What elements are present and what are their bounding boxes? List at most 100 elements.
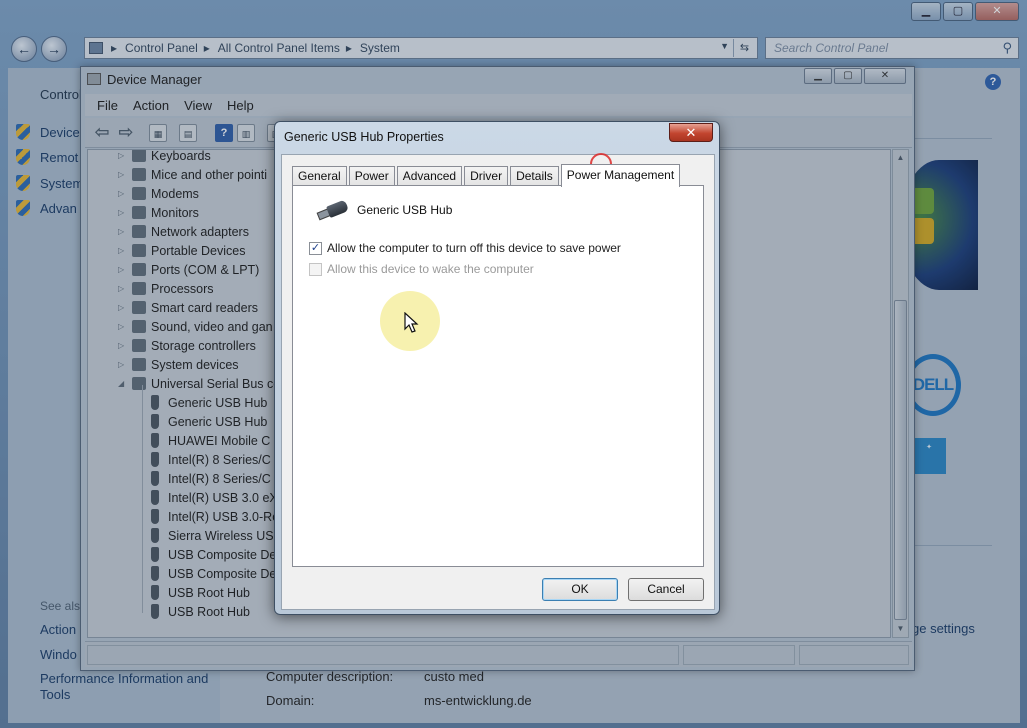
tree-category-item[interactable]: ▷ Keyboards xyxy=(118,150,211,165)
menu-view[interactable]: View xyxy=(184,98,212,113)
help-icon[interactable]: ? xyxy=(215,124,233,142)
mouse-cursor-icon xyxy=(404,312,419,333)
tree-usb-device-item[interactable]: Intel(R) 8 Series/C xyxy=(148,469,271,488)
allow-turn-off-checkbox[interactable]: ✓ xyxy=(309,241,322,255)
back-arrow-icon[interactable]: ⇦ xyxy=(93,123,111,142)
see-also-windows-update[interactable]: Windo xyxy=(40,647,77,662)
tree-category-item[interactable]: ▷ Ports (COM & LPT) xyxy=(118,260,259,279)
ok-button[interactable]: OK xyxy=(542,578,618,601)
scroll-up-icon[interactable]: ▲ xyxy=(893,150,908,166)
address-bar[interactable]: ▸ Control Panel ▸ All Control Panel Item… xyxy=(84,37,758,59)
usb-device-icon xyxy=(151,433,159,448)
tree-category-item[interactable]: ▷ Modems xyxy=(118,184,199,203)
properties-icon[interactable]: ▤ xyxy=(179,124,197,142)
tree-category-item[interactable]: ▷ System devices xyxy=(118,355,239,374)
breadcrumb-item[interactable]: System xyxy=(360,41,400,55)
expand-arrow-icon[interactable]: ▷ xyxy=(118,284,128,293)
help-icon[interactable]: ? xyxy=(985,74,1001,90)
tree-category-item[interactable]: ▷ Storage controllers xyxy=(118,336,256,355)
tree-item-label: Generic USB Hub xyxy=(168,395,268,410)
cancel-button[interactable]: Cancel xyxy=(628,578,704,601)
tree-item-label: Mice and other pointi xyxy=(151,167,268,182)
see-also-action-center[interactable]: Action xyxy=(40,622,76,637)
device-category-icon xyxy=(132,150,146,162)
show-hide-tree-icon[interactable]: ▦ xyxy=(149,124,167,142)
expand-arrow-icon[interactable]: ▷ xyxy=(118,322,128,331)
expand-arrow-icon[interactable]: ▷ xyxy=(118,265,128,274)
sidebar-title[interactable]: Control xyxy=(40,87,82,102)
maximize-button[interactable]: ▢ xyxy=(943,2,973,21)
tree-item-label: Ports (COM & LPT) xyxy=(151,262,260,277)
tree-item-label: Network adapters xyxy=(151,224,249,239)
expand-arrow-icon[interactable]: ▷ xyxy=(118,360,128,369)
breadcrumb-item[interactable]: Control Panel xyxy=(125,41,198,55)
back-button[interactable]: ← xyxy=(11,36,37,62)
sidebar-link-advanced[interactable]: Advan xyxy=(16,200,77,216)
sidebar-link-remote[interactable]: Remot xyxy=(16,149,78,165)
forward-arrow-icon[interactable]: ⇨ xyxy=(117,123,135,142)
tab-details[interactable]: Details xyxy=(510,166,559,186)
scroll-thumb[interactable] xyxy=(894,300,907,620)
scroll-down-icon[interactable]: ▼ xyxy=(893,621,908,637)
device-category-icon xyxy=(132,339,146,352)
refresh-icon[interactable]: ⇆ xyxy=(733,39,755,57)
tree-scrollbar[interactable]: ▲ ▼ xyxy=(892,149,909,638)
tree-usb-device-item[interactable]: Sierra Wireless USB xyxy=(148,526,282,545)
search-input[interactable]: Search Control Panel ⚲ xyxy=(765,37,1019,59)
tab-driver[interactable]: Driver xyxy=(464,166,509,186)
tree-usb-device-item[interactable]: Intel(R) USB 3.0-Ro xyxy=(148,507,279,526)
tree-usb-device-item[interactable]: USB Composite De xyxy=(148,564,276,583)
tree-item-label: HUAWEI Mobile C xyxy=(168,433,271,448)
menu-file[interactable]: File xyxy=(97,98,118,113)
see-also-performance[interactable]: Performance Information and xyxy=(40,671,208,686)
expand-arrow-icon[interactable]: ▷ xyxy=(118,341,128,350)
menu-action[interactable]: Action xyxy=(133,98,169,113)
tree-usb-device-item[interactable]: Intel(R) USB 3.0 eX xyxy=(148,488,278,507)
expand-arrow-icon[interactable]: ▷ xyxy=(118,170,128,179)
address-dropdown-icon[interactable]: ▼ xyxy=(720,41,729,51)
tree-usb-device-item[interactable]: HUAWEI Mobile C xyxy=(148,431,270,450)
menu-help[interactable]: Help xyxy=(227,98,254,113)
tree-category-item[interactable]: ▷ Sound, video and gan xyxy=(118,317,273,336)
tree-usb-device-item[interactable]: Generic USB Hub xyxy=(148,393,267,412)
tree-category-item[interactable]: ▷ Network adapters xyxy=(118,222,249,241)
allow-wake-checkbox xyxy=(309,262,322,276)
minimize-button[interactable]: ▁ xyxy=(804,68,832,84)
tree-usb-device-item[interactable]: Intel(R) 8 Series/C xyxy=(148,450,271,469)
tree-usb-device-item[interactable]: USB Root Hub xyxy=(148,583,250,602)
expand-arrow-icon[interactable]: ▷ xyxy=(118,246,128,255)
allow-turn-off-option[interactable]: ✓ Allow the computer to turn off this de… xyxy=(305,237,627,259)
close-button[interactable]: ✕ xyxy=(975,2,1019,21)
expand-arrow-icon[interactable]: ▷ xyxy=(118,208,128,217)
tree-category-item[interactable]: ▷ Mice and other pointi xyxy=(118,165,267,184)
tab-general[interactable]: General xyxy=(292,166,347,186)
forward-button[interactable]: → xyxy=(41,36,67,62)
tree-usb-device-item[interactable]: USB Composite De xyxy=(148,545,276,564)
minimize-button[interactable]: ▁ xyxy=(911,2,941,21)
tree-category-item[interactable]: ▷ Processors xyxy=(118,279,214,298)
action-pane-icon[interactable]: ▥ xyxy=(237,124,255,142)
sidebar-link-device[interactable]: Device xyxy=(16,124,80,140)
expand-arrow-icon[interactable]: ▷ xyxy=(118,227,128,236)
sidebar-link-system[interactable]: System xyxy=(16,175,83,191)
tree-category-item[interactable]: ▷ Monitors xyxy=(118,203,199,222)
dialog-close-button[interactable]: ✕ xyxy=(669,123,713,142)
see-also-performance-tools[interactable]: Tools xyxy=(40,687,70,702)
expand-arrow-icon[interactable]: ▷ xyxy=(118,151,128,160)
tree-category-item[interactable]: ▷ Smart card readers xyxy=(118,298,258,317)
search-icon[interactable]: ⚲ xyxy=(1002,38,1012,58)
tree-usb-device-item[interactable]: Generic USB Hub xyxy=(148,412,267,431)
expand-arrow-icon[interactable]: ▷ xyxy=(118,303,128,312)
tab-power-management[interactable]: Power Management xyxy=(560,164,681,187)
collapse-arrow-icon[interactable]: ◢ xyxy=(118,379,128,388)
tree-category-item[interactable]: ▷ Portable Devices xyxy=(118,241,246,260)
tree-usb-device-item[interactable]: USB Root Hub xyxy=(148,602,250,621)
close-button[interactable]: ✕ xyxy=(864,68,906,84)
breadcrumb-item[interactable]: All Control Panel Items xyxy=(218,41,340,55)
tab-advanced[interactable]: Advanced xyxy=(396,166,463,186)
tree-item-label: Intel(R) 8 Series/C xyxy=(168,452,271,467)
expand-arrow-icon[interactable]: ▷ xyxy=(118,189,128,198)
tab-power[interactable]: Power xyxy=(348,166,395,186)
maximize-button[interactable]: ▢ xyxy=(834,68,862,84)
change-settings-link[interactable]: ge settings xyxy=(912,621,975,636)
